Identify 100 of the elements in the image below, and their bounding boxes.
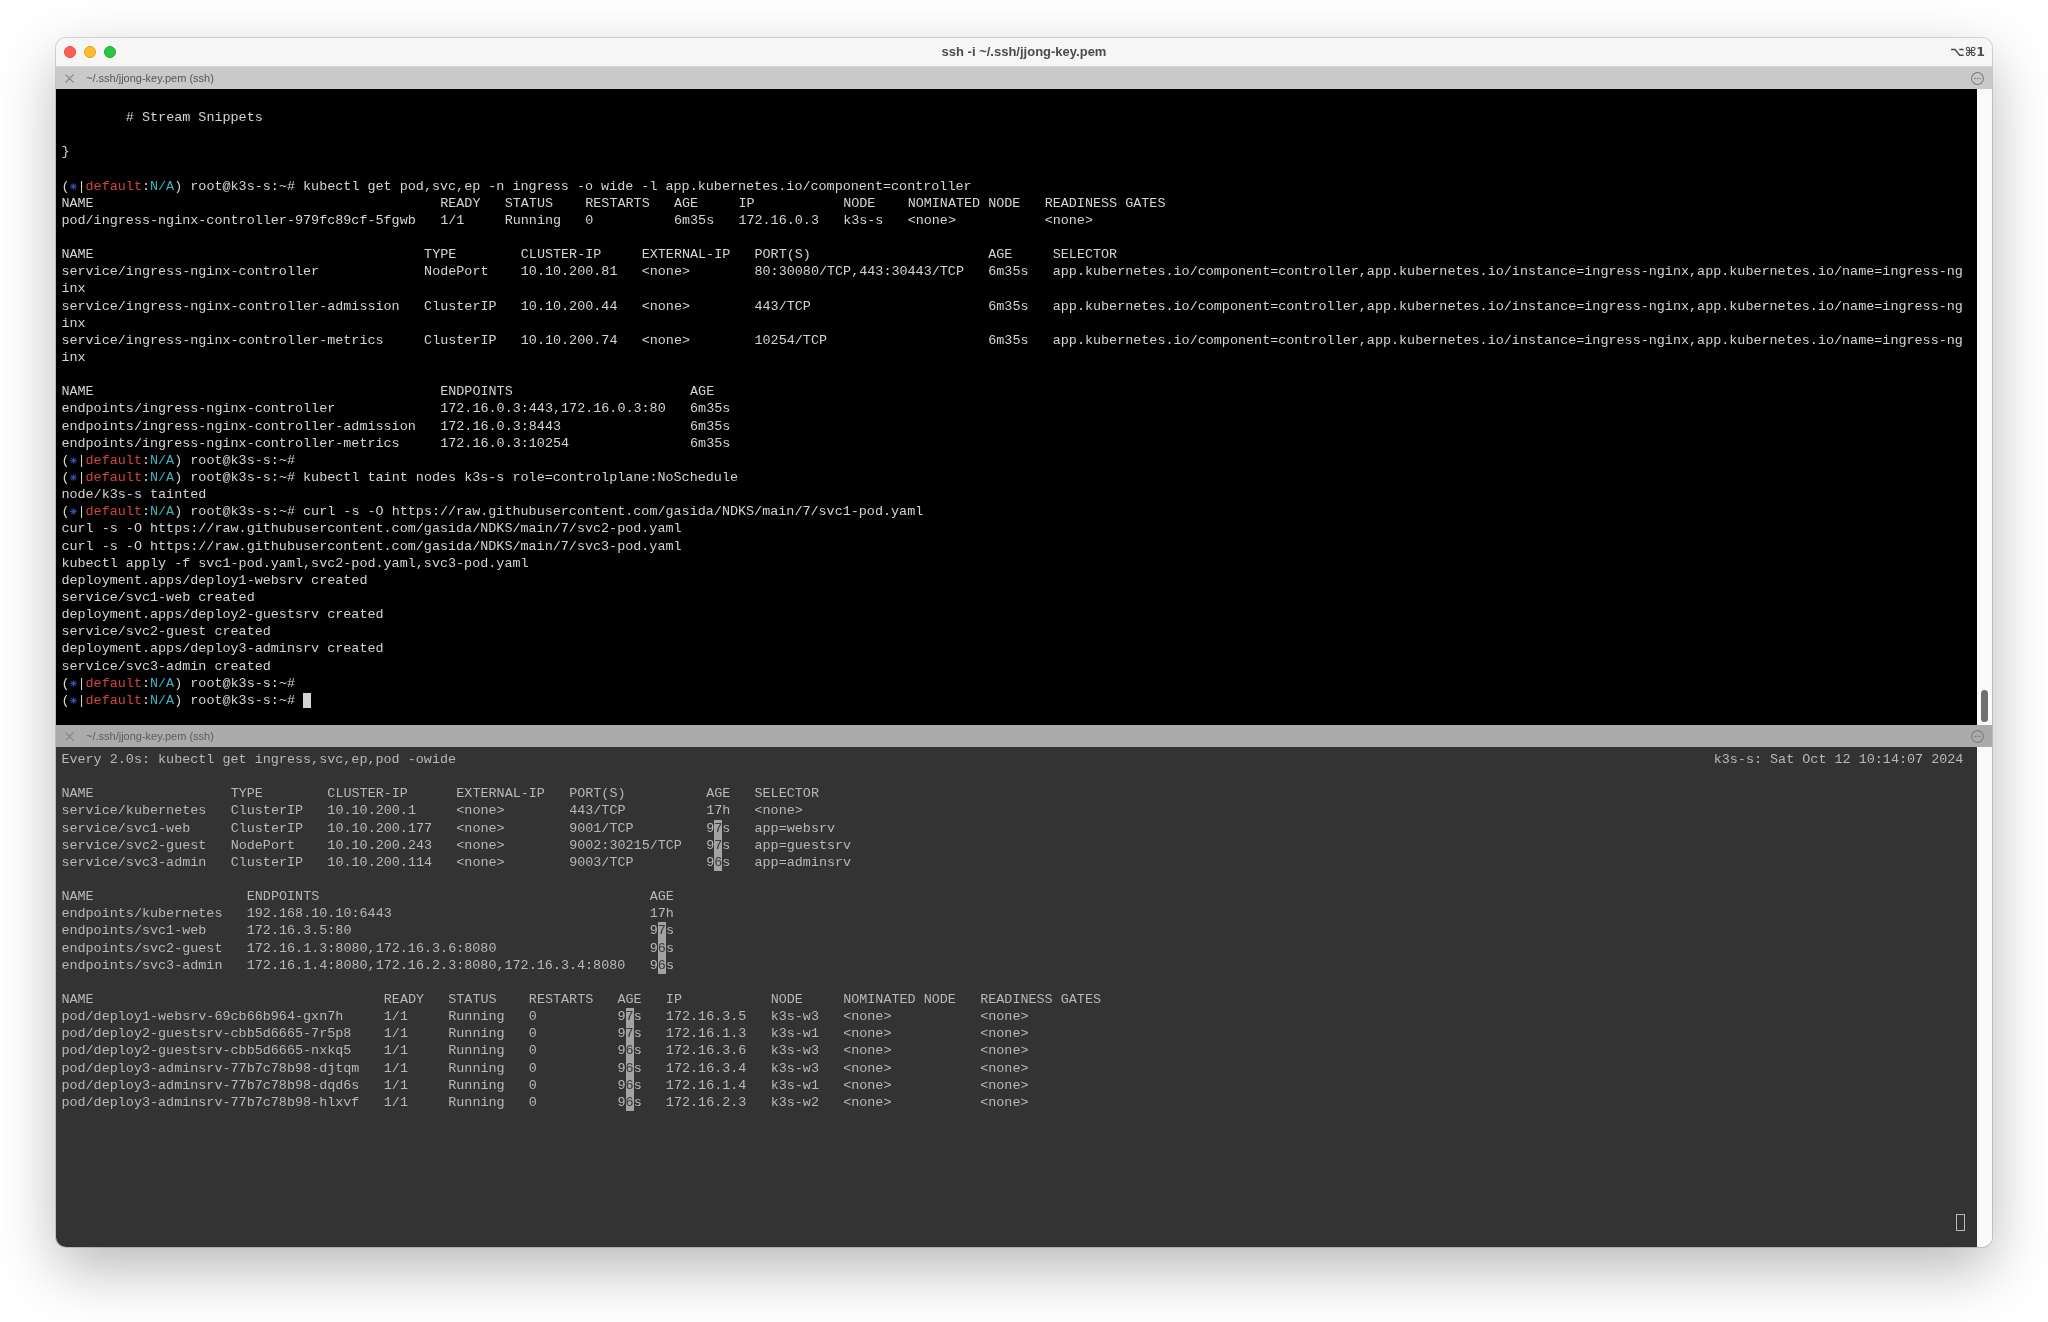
terminal-line: service/svc2-guest created	[61, 623, 271, 641]
table-cell: 172.16.1.3:8080,172.16.3.6:8080	[246, 940, 497, 956]
terminal-line: deployment.apps/deploy2-guestsrv created	[61, 606, 384, 624]
table-cell: service/ingress-nginx-controller-metrics	[61, 332, 384, 348]
table-cell: 17h	[706, 803, 731, 819]
scrollbar-thumb[interactable]	[1981, 690, 1988, 722]
column-header: NAME	[61, 384, 94, 400]
table-cell: pod/deploy3-adminsrv-77b7c78b98-djtqm	[61, 1060, 360, 1076]
table-cell: 0	[528, 1026, 537, 1042]
terminal-line: curl -s -O https://raw.githubusercontent.com/gasida/NDKS/main/7/svc2-pod.yaml	[61, 520, 682, 538]
minimize-button[interactable]	[84, 46, 96, 58]
wheel-icon	[69, 182, 77, 190]
pane-title: ~/.ssh/jjong-key.pem (ssh)	[86, 70, 214, 86]
table-cell: <none>	[980, 1060, 1029, 1076]
terminal-line: deployment.apps/deploy1-websrv created	[61, 571, 368, 589]
table-cell: service/ingress-nginx-controller-admission	[61, 298, 400, 314]
table-cell: 96s	[649, 940, 674, 956]
column-header: NODE	[843, 195, 876, 211]
table-cell: 97s	[706, 820, 731, 836]
terminal-line: deployment.apps/deploy3-adminsrv created	[61, 640, 384, 658]
column-header: ENDPOINTS	[246, 889, 320, 905]
column-header: TYPE	[230, 786, 263, 802]
table-cell: inx	[61, 348, 86, 367]
terminal-line: # Stream Snippets	[125, 109, 263, 127]
column-header: PORT(S)	[569, 786, 626, 802]
table-cell: 9003/TCP	[569, 854, 634, 870]
command-line: |default:N/A) root@k3s-s:~#	[77, 451, 295, 469]
table-cell: 96s	[649, 957, 674, 973]
table-cell: 1/1	[383, 1026, 408, 1042]
table-cell: 0	[528, 1094, 537, 1110]
terminal-line: }	[61, 143, 70, 161]
column-header: NOMINATED NODE	[843, 991, 956, 1007]
table-cell: k3s-w1	[770, 1077, 819, 1093]
table-cell: inx	[61, 280, 86, 298]
table-cell: 6m35s	[690, 418, 731, 434]
table-cell: 10.10.200.81	[520, 264, 618, 280]
table-cell: 10254/TCP	[754, 332, 827, 348]
column-header: AGE	[988, 247, 1013, 263]
watch-clock: k3s-s: Sat Oct 12 10:14:07 2024	[1713, 751, 1964, 769]
column-header: ENDPOINTS	[440, 384, 513, 400]
table-cell: service/kubernetes	[61, 803, 207, 819]
column-header: EXTERNAL-IP	[641, 247, 731, 263]
table-cell: service/svc1-web	[61, 820, 191, 836]
table-cell: 9001/TCP	[569, 820, 634, 836]
table-cell: k3s-w3	[770, 1060, 819, 1076]
table-cell: 0	[528, 1009, 537, 1025]
prompt-bracket: (	[61, 674, 70, 692]
zoom-button[interactable]	[104, 46, 116, 58]
table-cell: <none>	[843, 1043, 892, 1059]
command-line: |default:N/A) root@k3s-s:~# kubectl taint nodes k3s-s role=controlplane:NoSchedule	[77, 468, 738, 487]
table-cell: app.kubernetes.io/component=controller,app.kubernetes.io/instance=ingress-nginx,app.kubernetes.io/name=ingress-ng	[1052, 332, 1963, 348]
table-cell: ClusterIP	[230, 820, 304, 836]
table-cell: k3s-s	[843, 212, 884, 228]
table-cell: 9002:30215/TCP	[569, 837, 682, 853]
table-cell: 10.10.200.44	[520, 298, 618, 314]
table-cell: pod/deploy2-guestsrv-cbb5d6665-7r5p8	[61, 1026, 352, 1042]
terminal-line: node/k3s-s tainted	[61, 486, 207, 504]
shortcut-label: ⌥⌘1	[1950, 42, 1986, 61]
table-cell: 96s	[617, 1043, 642, 1059]
table-cell: <none>	[980, 1026, 1029, 1042]
table-cell: 80:30080/TCP,443:30443/TCP	[754, 264, 964, 280]
table-cell: k3s-w3	[770, 1009, 819, 1025]
table-cell: 96s	[617, 1077, 642, 1093]
wheel-icon	[69, 474, 77, 481]
table-cell: Running	[504, 212, 562, 228]
prompt-bracket: (	[61, 691, 70, 709]
column-header: NAME	[61, 889, 94, 905]
more-icon[interactable]	[1971, 71, 1984, 85]
column-header: NODE	[770, 991, 803, 1007]
table-cell: pod/deploy3-adminsrv-77b7c78b98-hlxvf	[61, 1094, 360, 1110]
table-cell: k3s-w3	[770, 1043, 819, 1059]
table-cell: app=adminsrv	[754, 854, 852, 870]
column-header: STATUS	[448, 991, 497, 1007]
table-cell: <none>	[754, 803, 803, 819]
close-icon[interactable]	[65, 731, 74, 741]
table-cell: endpoints/svc3-admin	[61, 957, 223, 973]
table-cell: 96s	[706, 854, 731, 870]
more-icon[interactable]	[1971, 729, 1984, 743]
terminal-line: curl -s -O https://raw.githubusercontent.com/gasida/NDKS/main/7/svc3-pod.yaml	[61, 537, 682, 555]
table-cell: 6m35s	[690, 401, 731, 417]
column-header: PORT(S)	[754, 247, 811, 263]
table-cell: 6m35s	[988, 332, 1029, 348]
prompt-bracket: (	[61, 468, 70, 487]
table-cell: 10.10.200.1	[327, 803, 416, 819]
prompt-bracket: (	[61, 451, 70, 469]
column-header: RESTARTS	[585, 195, 650, 211]
column-header: NAME	[61, 247, 94, 263]
table-cell: 17h	[649, 906, 674, 922]
table-cell: 6m35s	[690, 435, 731, 451]
table-cell: 1/1	[383, 1060, 408, 1076]
close-icon[interactable]	[65, 73, 74, 83]
table-cell: 6m35s	[988, 264, 1029, 280]
table-cell: pod/ingress-nginx-controller-979fc89cf-5fgwb	[61, 212, 416, 228]
close-button[interactable]	[64, 46, 76, 58]
table-cell: Running	[448, 1077, 505, 1093]
table-cell: 172.16.3.5	[665, 1009, 747, 1025]
column-header: READINESS GATES	[980, 991, 1101, 1007]
table-cell: Running	[448, 1060, 505, 1076]
table-cell: app.kubernetes.io/component=controller,app.kubernetes.io/instance=ingress-nginx,app.kubernetes.io/name=ingress-ng	[1052, 298, 1963, 314]
terminal-line: service/svc1-web created	[61, 588, 255, 607]
